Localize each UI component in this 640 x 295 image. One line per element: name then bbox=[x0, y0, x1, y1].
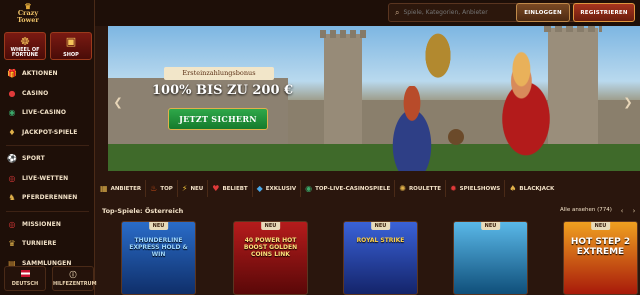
sidebar-item-turniere[interactable]: ♛ TURNIERE bbox=[0, 234, 95, 254]
chest-icon: ▣ bbox=[65, 35, 77, 48]
game-tile[interactable]: NEU bbox=[453, 221, 528, 295]
sidebar-item-live-casino[interactable]: ◉ LIVE-CASINO bbox=[0, 103, 95, 123]
new-badge: NEU bbox=[260, 222, 281, 230]
register-button[interactable]: REGISTRIEREN bbox=[573, 3, 635, 22]
king-character-illustration bbox=[480, 48, 572, 166]
login-button[interactable]: EINLOGGEN bbox=[516, 3, 570, 22]
crazy-tower-logo[interactable]: ♛ Crazy Tower bbox=[8, 2, 48, 28]
game-title: HOT STEP 2 EXTREME bbox=[570, 237, 631, 257]
fire-icon: ♨ bbox=[150, 184, 158, 193]
promo-subtitle: Ersteinzahlungsbonus bbox=[164, 67, 274, 80]
sidebar-item-missionen[interactable]: ◎ MISSIONEN bbox=[0, 215, 95, 235]
category-exklusiv[interactable]: ◆ EXKLUSIV bbox=[253, 180, 302, 197]
category-bar: ▦ ANBIETER ♨ TOP ⚡ NEU ♥ BELIEBT ◆ EXKLUSIV ◉… bbox=[96, 178, 640, 199]
see-all-link[interactable]: Alle ansehen (774) bbox=[560, 207, 612, 213]
woman-character-illustration bbox=[380, 86, 444, 171]
ball-icon: ⚽ bbox=[7, 154, 18, 164]
hero-next-arrow[interactable]: ❯ bbox=[623, 96, 633, 109]
help-icon: ⓘ bbox=[69, 271, 77, 279]
roulette-icon: ✺ bbox=[399, 184, 406, 193]
promo-title: 100% BIS ZU 200 € bbox=[152, 83, 294, 98]
game-tile[interactable]: NEU ROYAL STRIKE bbox=[343, 221, 418, 295]
live-icon: ◎ bbox=[8, 173, 16, 183]
game-tile[interactable]: NEU THUNDERLINE EXPRESS HOLD & WIN bbox=[121, 221, 196, 295]
game-title: ROYAL STRIKE bbox=[356, 237, 405, 244]
sidebar-divider bbox=[6, 145, 89, 146]
section-title: Top-Spiele: Österreich bbox=[102, 207, 184, 215]
help-center-button[interactable]: ⓘ HILFEZENTRUM bbox=[52, 266, 97, 291]
sidebar-divider bbox=[6, 210, 89, 212]
wheel-of-fortune-tile[interactable]: ☸ WHEEL OF FORTUNE bbox=[4, 32, 46, 60]
top-header: ⌕ EINLOGGEN REGISTRIEREN bbox=[95, 0, 640, 26]
gift-icon: 🎁 bbox=[7, 69, 18, 79]
category-beliebt[interactable]: ♥ BELIEBT bbox=[208, 180, 253, 197]
hero-prev-arrow[interactable]: ❮ bbox=[113, 96, 123, 109]
category-spielshows[interactable]: ✹ SPIELSHOWS bbox=[446, 180, 506, 197]
horse-icon: ♞ bbox=[8, 193, 16, 203]
bolt-icon: ⚡ bbox=[181, 184, 188, 193]
game-title: THUNDERLINE EXPRESS HOLD & WIN bbox=[129, 237, 188, 258]
sidebar-item-sport[interactable]: ⚽ SPORT bbox=[0, 149, 95, 169]
category-top[interactable]: ♨ TOP bbox=[146, 180, 178, 197]
providers-icon: ▦ bbox=[100, 184, 108, 193]
shop-tile[interactable]: ▣ SHOP bbox=[50, 32, 92, 60]
bag-icon: ♦ bbox=[8, 127, 16, 137]
new-badge: NEU bbox=[148, 222, 169, 230]
chip-icon: ◉ bbox=[305, 184, 313, 193]
next-page-arrow[interactable]: › bbox=[629, 206, 639, 216]
sidebar: ♛ Crazy Tower ☸ WHEEL OF FORTUNE ▣ SHOP … bbox=[0, 0, 97, 295]
sidebar-item-live-wetten[interactable]: ◎ LIVE-WETTEN bbox=[0, 169, 95, 189]
heart-icon: ♥ bbox=[212, 184, 220, 193]
language-selector[interactable]: DEUTSCH bbox=[4, 266, 46, 291]
hero-banner[interactable]: Ersteinzahlungsbonus 100% BIS ZU 200 € J… bbox=[108, 26, 640, 171]
category-blackjack[interactable]: ♠ BLACKJACK bbox=[505, 180, 558, 197]
prev-page-arrow[interactable]: ‹ bbox=[617, 206, 627, 216]
new-badge: NEU bbox=[480, 222, 501, 230]
chip-icon: ◉ bbox=[8, 108, 16, 118]
game-tile[interactable]: NEU 40 POWER HOT BOOST GOLDEN COINS LINK bbox=[233, 221, 308, 295]
cta-button[interactable]: JETZT SICHERN bbox=[168, 108, 268, 130]
search-icon: ⌕ bbox=[395, 7, 400, 17]
show-icon: ✹ bbox=[449, 184, 457, 193]
cards-icon: ♠ bbox=[509, 184, 517, 193]
cherry-icon: ● bbox=[8, 88, 16, 98]
category-roulette[interactable]: ✺ ROULETTE bbox=[395, 180, 446, 197]
sidebar-item-casino[interactable]: ● CASINO bbox=[0, 84, 95, 104]
throne-character-illustration bbox=[416, 30, 460, 94]
flag-at-icon bbox=[20, 270, 30, 277]
sidebar-item-pferderennen[interactable]: ♞ PFERDERENNEN bbox=[0, 188, 95, 208]
new-badge: NEU bbox=[370, 222, 391, 230]
sidebar-item-jackpot[interactable]: ♦ JACKPOT-SPIELE bbox=[0, 123, 95, 143]
target-icon: ◎ bbox=[8, 219, 16, 229]
category-top-live-casino[interactable]: ◉ TOP-LIVE-CASINOSPIELE bbox=[301, 180, 396, 197]
sidebar-item-aktionen[interactable]: 🎁 AKTIONEN bbox=[0, 64, 95, 84]
diamond-icon: ◆ bbox=[256, 184, 263, 193]
ball-illustration bbox=[448, 129, 464, 145]
category-neu[interactable]: ⚡ NEU bbox=[178, 180, 209, 197]
game-title: 40 POWER HOT BOOST GOLDEN COINS LINK bbox=[243, 237, 298, 258]
new-badge: NEU bbox=[590, 222, 611, 230]
category-anbieter[interactable]: ▦ ANBIETER bbox=[96, 180, 147, 197]
trophy-icon: ♛ bbox=[8, 239, 16, 249]
game-tile[interactable]: NEU HOT STEP 2 EXTREME bbox=[563, 221, 638, 295]
